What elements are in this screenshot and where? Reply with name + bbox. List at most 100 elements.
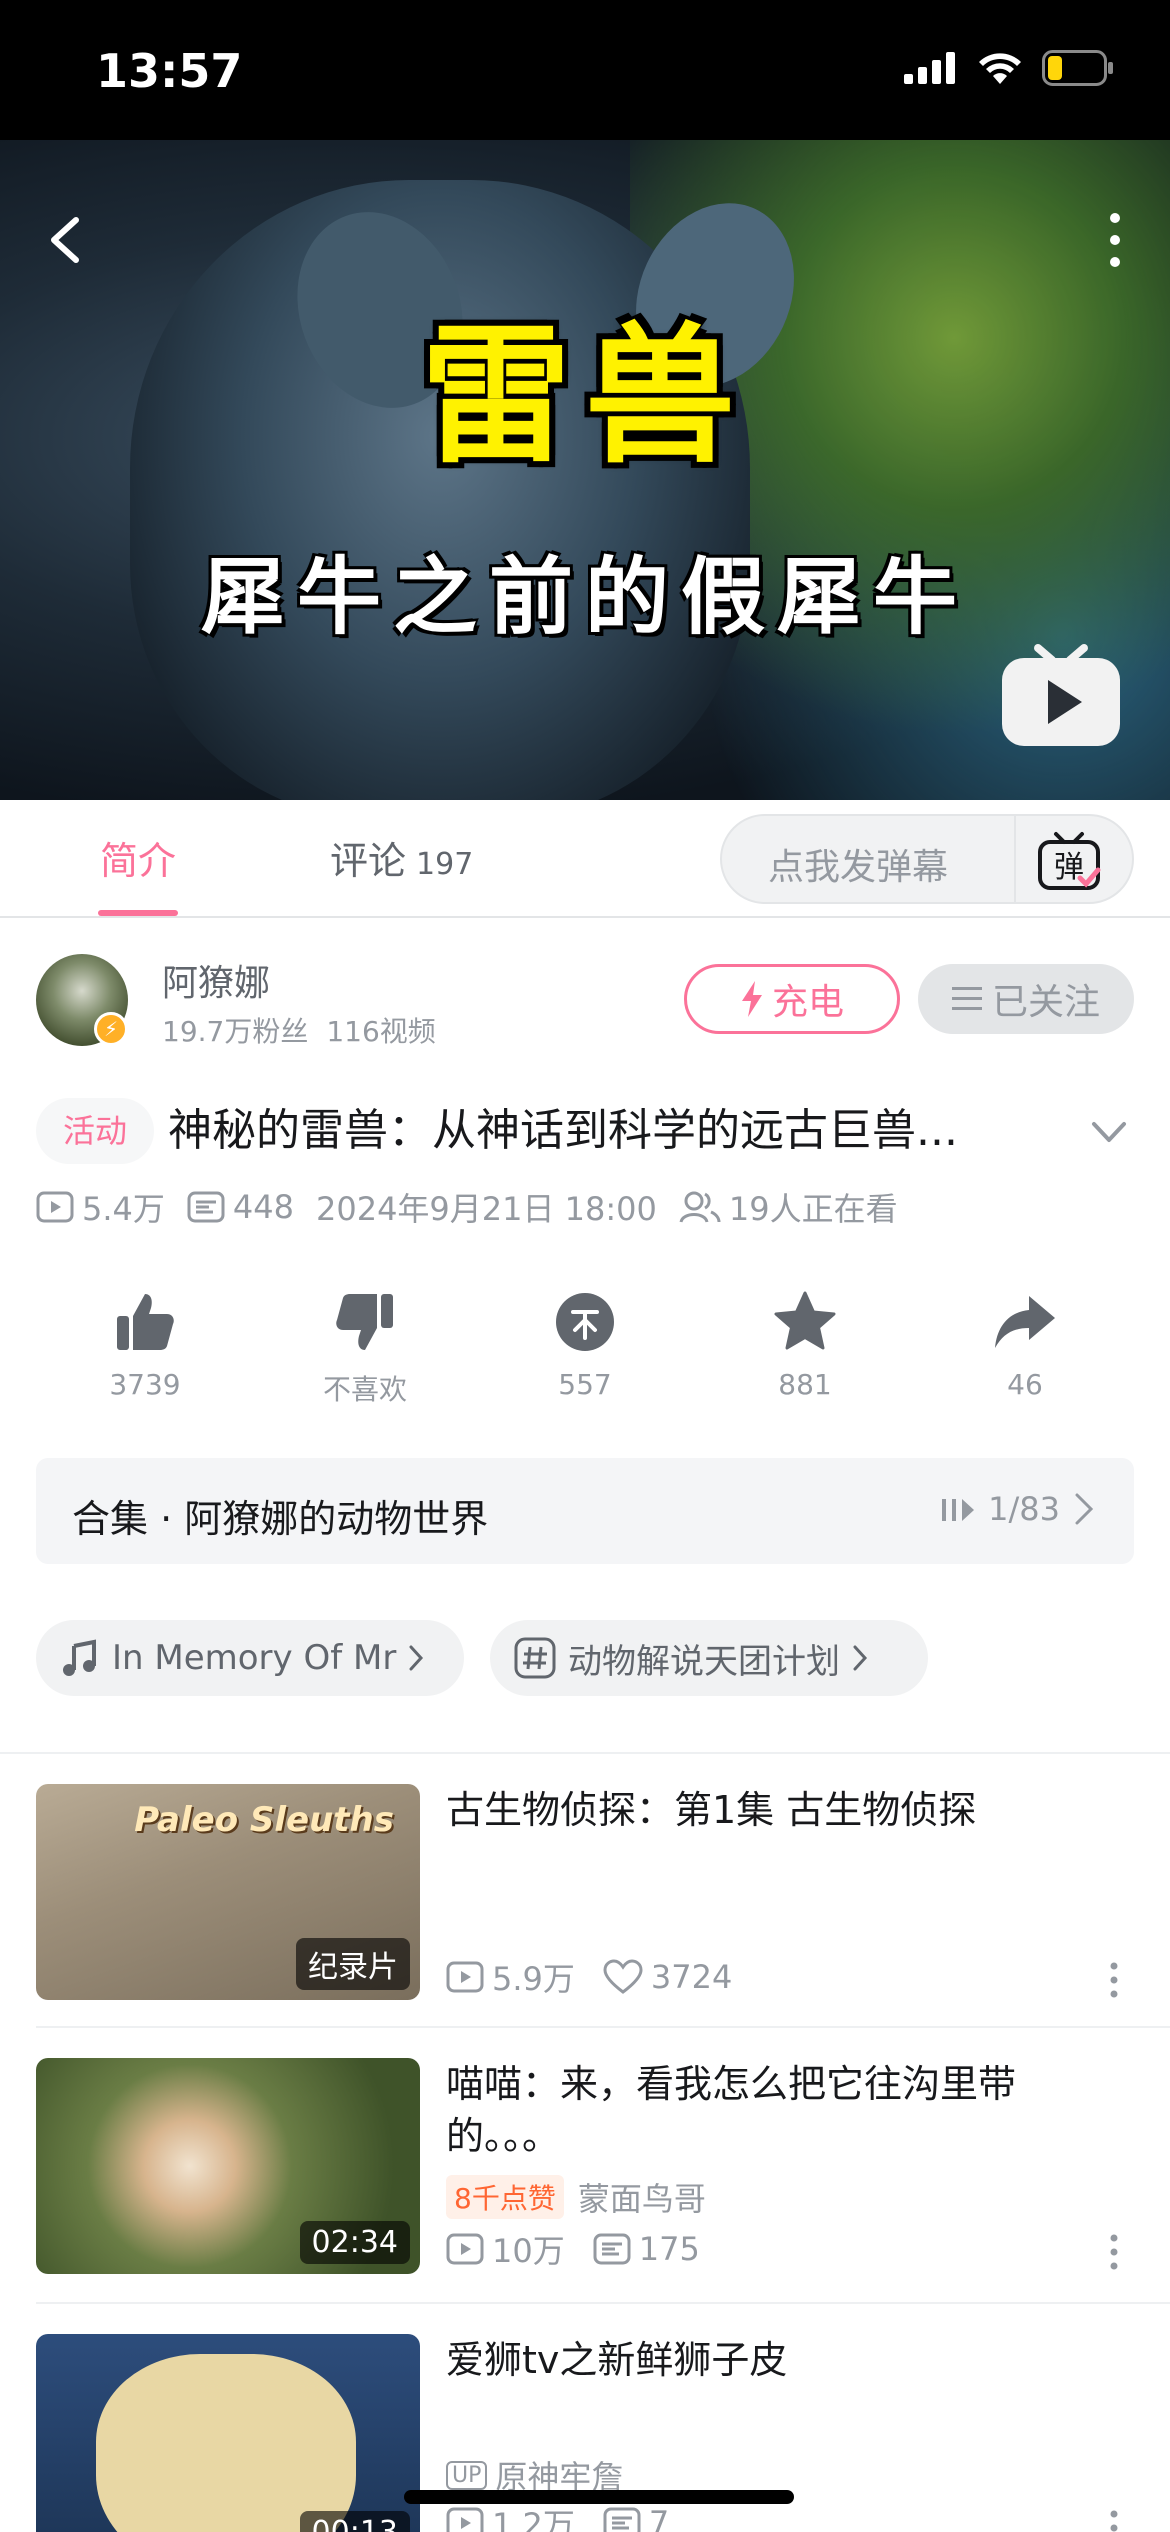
like-button[interactable]: 3739	[70, 1290, 220, 1401]
related-danmaku-count: 7	[648, 2504, 670, 2532]
collection-title: 合集 · 阿獠娜的动物世界	[72, 1497, 489, 1541]
views-stat: 5.4万	[36, 1184, 165, 1230]
coin-button[interactable]: 557	[510, 1290, 660, 1401]
danmaku-count: 448	[232, 1188, 294, 1226]
publish-date: 2024年9月21日 18:00	[315, 1190, 657, 1228]
danmaku-toggle-icon[interactable]: 弹	[1034, 828, 1104, 892]
tab-comments[interactable]: 评论 197	[330, 830, 473, 885]
tab-intro[interactable]: 简介	[100, 830, 176, 885]
thumbnail-badge: 纪录片	[296, 1938, 410, 1990]
author-name[interactable]: 阿獠娜	[162, 954, 270, 1006]
related-thumbnail[interactable]: 00:13	[36, 2334, 420, 2532]
play-count-icon	[446, 1961, 484, 1993]
danmaku-count-icon	[593, 2233, 631, 2265]
related-views-count: 10万	[492, 2232, 565, 2270]
lightning-badge-icon: ⚡	[94, 1012, 128, 1046]
coin-icon	[556, 1293, 614, 1351]
author-stats: 19.7万粉丝 116视频	[162, 1010, 436, 1050]
signal-icon	[904, 52, 955, 84]
thumbnail-text: Paleo Sleuths	[134, 1800, 394, 1840]
likes-tag: 8千点赞	[446, 2175, 564, 2219]
related-video-item[interactable]: 02:34 喵喵：来，看我怎么把它往沟里带的。。。 8千点赞 蒙面鸟哥 10万 …	[0, 2058, 1170, 2298]
tab-active-indicator	[98, 910, 178, 916]
like-count: 3739	[109, 1368, 181, 1401]
topic-chip[interactable]: 动物解说天团计划	[490, 1620, 928, 1696]
tab-intro-label: 简介	[100, 839, 177, 883]
follow-button[interactable]: 已关注	[918, 964, 1134, 1034]
related-title: 喵喵：来，看我怎么把它往沟里带的。。。	[446, 2062, 1017, 2158]
music-note-icon	[63, 1639, 96, 1676]
section-divider	[0, 1752, 1170, 1754]
wifi-icon	[979, 53, 1021, 84]
back-icon[interactable]	[38, 200, 98, 280]
home-indicator	[404, 2490, 794, 2504]
watching-count: 19人正在看	[728, 1190, 898, 1228]
star-icon	[774, 1291, 836, 1350]
related-danmaku: 7	[603, 2504, 669, 2532]
playlist-bars-icon	[942, 1499, 975, 1521]
favorite-button[interactable]: 881	[730, 1290, 880, 1401]
views-count: 5.4万	[82, 1190, 165, 1228]
related-uploader: 8千点赞 蒙面鸟哥	[446, 2174, 706, 2220]
danmaku-stat: 448	[187, 1188, 294, 1226]
favorite-count: 881	[778, 1368, 832, 1401]
music-chip[interactable]: In Memory Of Mr	[36, 1620, 464, 1696]
related-thumbnail[interactable]: Paleo Sleuths 纪录片	[36, 1784, 420, 2000]
hashtag-icon	[514, 1637, 556, 1679]
related-stats: 10万 175	[446, 2226, 728, 2272]
watching-stat: 19人正在看	[679, 1184, 898, 1230]
related-title: 爱狮tv之新鲜狮子皮	[446, 2338, 788, 2382]
action-bar: 3739 不喜欢 557 881 46	[36, 1290, 1134, 1420]
share-button[interactable]: 46	[950, 1290, 1100, 1401]
activity-tag[interactable]: 活动	[36, 1098, 154, 1164]
related-views: 5.9万	[446, 1954, 575, 2000]
related-views-count: 1.2万	[492, 2506, 575, 2532]
more-vertical-icon[interactable]	[1104, 1960, 1124, 2000]
danmaku-input[interactable]: 点我发弹幕	[768, 838, 948, 890]
video-overlay-subtitle: 犀牛之前的假犀牛	[200, 548, 969, 646]
chevron-right-icon	[1075, 1493, 1094, 1525]
thumbs-up-icon	[117, 1294, 174, 1350]
chevron-right-icon	[409, 1645, 424, 1671]
charge-label: 充电	[771, 982, 844, 1023]
danmaku-count-icon	[187, 1191, 225, 1223]
video-player[interactable]: 雷兽 犀牛之前的假犀牛	[0, 140, 1170, 800]
related-views: 1.2万	[446, 2500, 575, 2532]
follow-label: 已关注	[991, 982, 1100, 1023]
related-title: 古生物侦探：第1集 古生物侦探	[446, 1788, 977, 1832]
people-icon	[679, 1191, 721, 1223]
charge-button[interactable]: 充电	[684, 964, 900, 1034]
video-meta: 5.4万 448 2024年9月21日 18:00 19人正在看	[36, 1184, 920, 1230]
more-vertical-icon[interactable]	[1090, 200, 1140, 280]
dislike-button[interactable]: 不喜欢	[290, 1290, 440, 1408]
heart-icon	[603, 1959, 643, 1994]
thumbnail-badge: 02:34	[299, 2221, 410, 2264]
collection-progress: 1/83	[942, 1490, 1094, 1528]
uploader-name: 蒙面鸟哥	[577, 2180, 706, 2218]
dislike-label: 不喜欢	[322, 1373, 407, 1406]
danmaku-divider	[1014, 816, 1016, 902]
chevron-down-icon[interactable]	[1086, 1112, 1132, 1152]
music-chip-label: In Memory Of Mr	[112, 1638, 397, 1678]
more-vertical-icon[interactable]	[1104, 2508, 1124, 2532]
status-icons	[904, 50, 1114, 86]
related-thumbnail[interactable]: 02:34	[36, 2058, 420, 2274]
video-overlay-title: 雷兽	[420, 310, 749, 484]
tv-play-icon[interactable]	[998, 630, 1124, 750]
list-divider	[36, 2026, 1170, 2028]
related-danmaku-count: 175	[638, 2230, 700, 2268]
tab-comments-label: 评论	[330, 839, 407, 883]
author-fans: 19.7万粉丝	[162, 1015, 309, 1048]
battery-icon	[1042, 50, 1113, 86]
avatar[interactable]: ⚡	[36, 954, 128, 1046]
play-count-icon	[36, 1191, 74, 1223]
more-vertical-icon[interactable]	[1104, 2232, 1124, 2272]
related-video-item[interactable]: Paleo Sleuths 纪录片 古生物侦探：第1集 古生物侦探 5.9万 3…	[0, 1784, 1170, 2024]
video-title: 神秘的雷兽：从神话到科学的远古巨兽...	[168, 1105, 958, 1156]
collection-card[interactable]: 合集 · 阿獠娜的动物世界 1/83	[36, 1458, 1134, 1564]
related-likes-count: 3724	[650, 1958, 733, 1996]
thumbs-down-icon	[336, 1294, 393, 1350]
chevron-right-icon	[853, 1645, 868, 1671]
related-stats: 1.2万 7	[446, 2500, 697, 2532]
author-videos: 116视频	[326, 1015, 436, 1048]
